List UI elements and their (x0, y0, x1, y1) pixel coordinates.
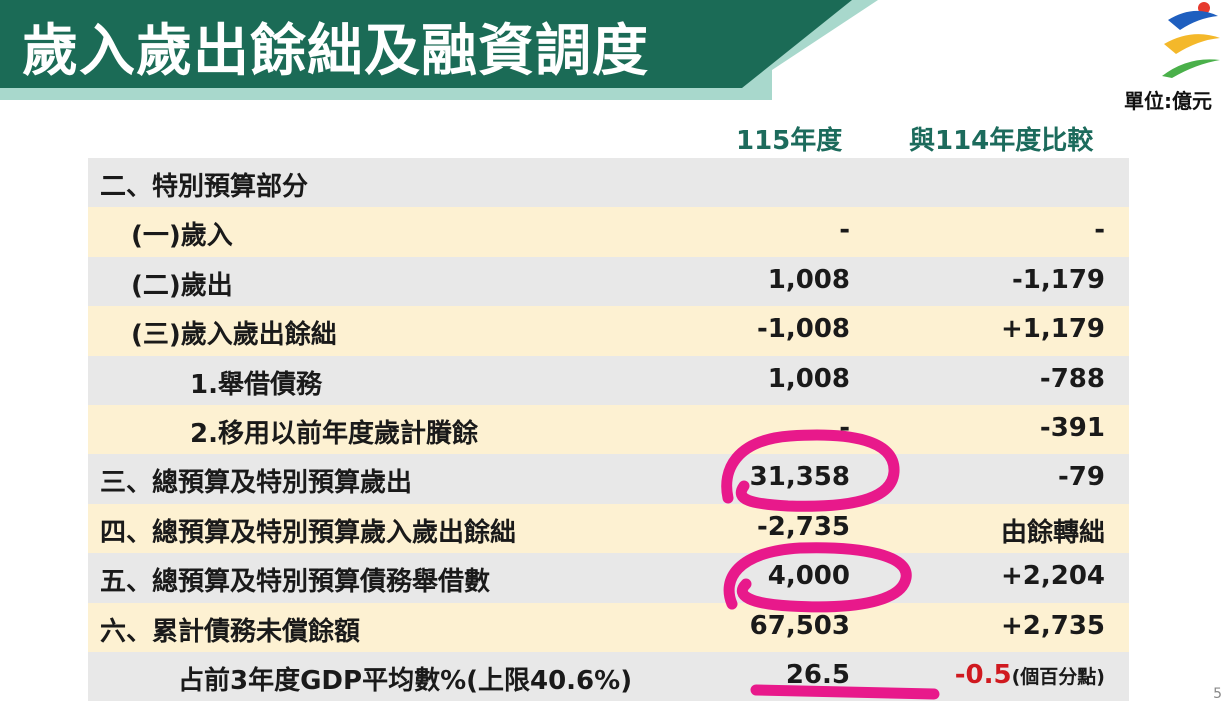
table-row: 五、總預算及特別預算債務舉借數 4,000 +2,204 (88, 553, 1129, 603)
row-label: 五、總預算及特別預算債務舉借數 (100, 567, 491, 598)
value-115: -2,735 (756, 511, 850, 542)
column-header-compare: 與114年度比較 (909, 126, 1094, 156)
value-115: -1,008 (756, 314, 850, 345)
value-115: 67,503 (749, 610, 850, 641)
column-header-year: 115年度 (736, 126, 843, 156)
value-compare: +2,204 (1000, 561, 1105, 592)
value-115: - (839, 215, 850, 246)
page-number: 5 (1213, 686, 1222, 702)
table-row: 三、總預算及特別預算歲出 31,358 -79 (88, 454, 1129, 504)
value-115: - (839, 412, 850, 443)
value-compare: -788 (1039, 363, 1105, 394)
logo-icon (1162, 2, 1220, 78)
value-compare-number: -0.5 (954, 659, 1012, 690)
row-label: 2.移用以前年度歲計賸餘 (190, 418, 478, 449)
table-row: 二、特別預算部分 (88, 158, 1129, 208)
table-row: 占前3年度GDP平均數%(上限40.6%) 26.5 -0.5(個百分點) (88, 651, 1129, 702)
row-label: (三)歲入歲出餘絀 (131, 320, 337, 351)
unit-label: 單位:億元 (1124, 89, 1212, 113)
row-label: 二、特別預算部分 (100, 172, 309, 202)
row-label: 六、累計債務未償餘額 (100, 616, 361, 647)
value-115: 4,000 (767, 561, 850, 592)
row-label: (二)歲出 (131, 270, 233, 301)
value-115: 31,358 (749, 462, 850, 493)
value-compare: -0.5(個百分點) (955, 660, 1105, 690)
table-row: 2.移用以前年度歲計賸餘 - -391 (88, 404, 1129, 455)
row-label: (一)歲入 (131, 221, 233, 252)
value-compare: 由餘轉絀 (1000, 517, 1105, 548)
value-compare: +1,179 (1000, 314, 1105, 345)
table-row: (二)歲出 1,008 -1,179 (88, 256, 1129, 307)
table-row: 1.舉借債務 1,008 -788 (88, 355, 1129, 405)
value-115: 1,008 (767, 264, 850, 295)
value-compare: -79 (1058, 462, 1105, 493)
value-compare: - (1094, 215, 1105, 246)
table-row: (一)歲入 - - (88, 207, 1129, 257)
table-row: 四、總預算及特別預算歲入歲出餘絀 -2,735 由餘轉絀 (88, 503, 1129, 554)
row-label: 四、總預算及特別預算歲入歲出餘絀 (100, 517, 517, 548)
row-label: 占前3年度GDP平均數%(上限40.6%) (178, 665, 633, 696)
value-compare: -391 (1039, 412, 1105, 443)
budget-table: 二、特別預算部分 (一)歲入 - - (二)歲出 1,008 -1,179 (三… (88, 158, 1129, 702)
value-115: 26.5 (785, 659, 850, 690)
row-label: 三、總預算及特別預算歲出 (100, 468, 413, 499)
value-compare: +2,735 (1000, 610, 1105, 641)
value-compare-suffix: (個百分點) (1011, 665, 1105, 688)
row-label: 1.舉借債務 (190, 369, 322, 400)
value-115: 1,008 (767, 363, 850, 394)
page-title: 歲入歲出餘絀及融資調度 (22, 19, 649, 84)
table-row: 六、累計債務未償餘額 67,503 +2,735 (88, 602, 1129, 652)
value-compare: -1,179 (1011, 264, 1105, 295)
table-row: (三)歲入歲出餘絀 -1,008 +1,179 (88, 306, 1129, 356)
